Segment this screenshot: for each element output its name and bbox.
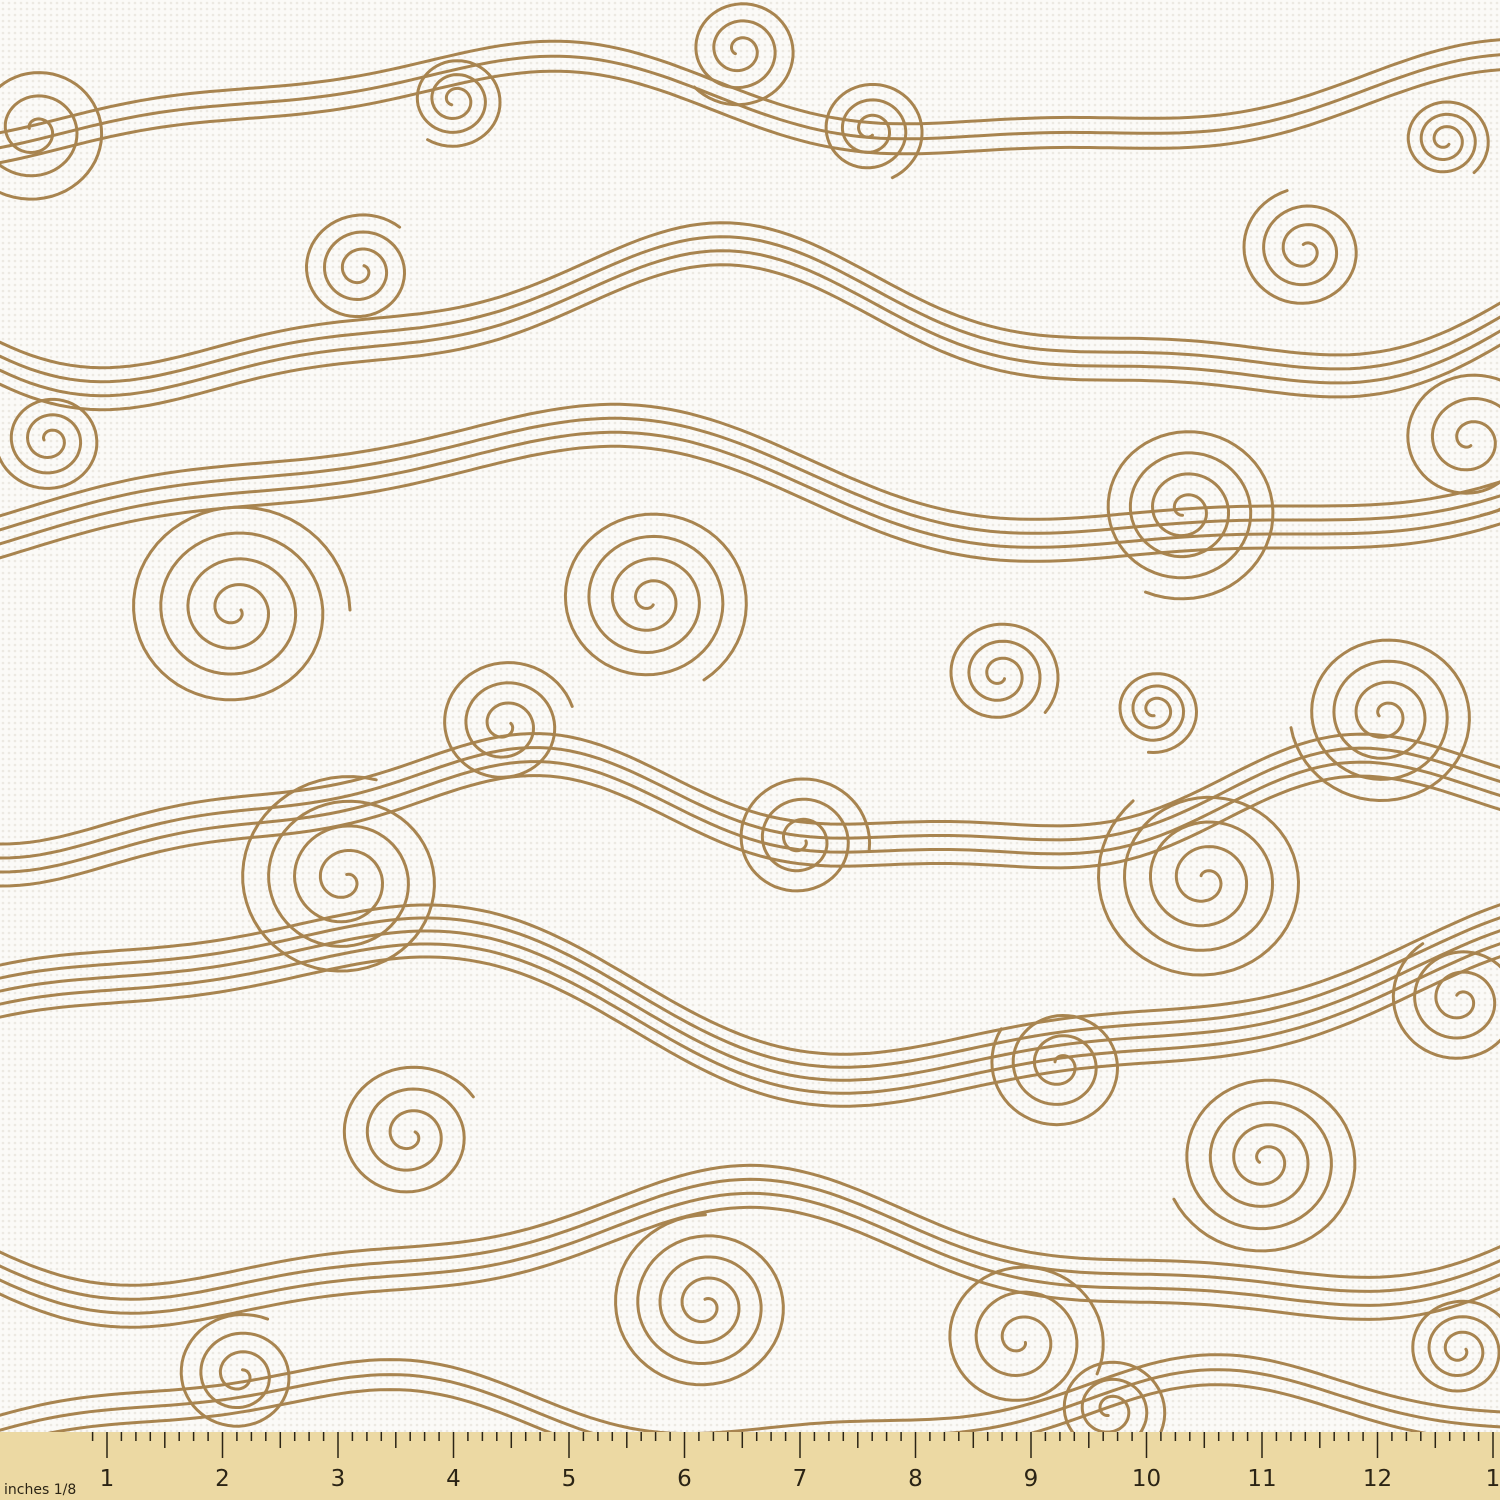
ruler-number: 1 (1486, 1466, 1500, 1492)
ruler-number: 5 (562, 1466, 577, 1492)
fabric-texture (0, 0, 1500, 1432)
ruler-number: 1 (100, 1466, 115, 1492)
ruler-number: 9 (1024, 1466, 1039, 1492)
ruler-number: 6 (677, 1466, 692, 1492)
measuring-ruler: 1 2 3 4 5 6 7 8 9 10 11 12 1 inches 1/8 (0, 1432, 1500, 1500)
ruler-unit-label: inches 1/8 (4, 1482, 76, 1498)
ruler-number: 3 (331, 1466, 346, 1492)
ruler-number: 10 (1132, 1466, 1161, 1492)
ruler-number: 8 (908, 1466, 923, 1492)
ruler-number: 12 (1363, 1466, 1392, 1492)
ruler-number: 2 (215, 1466, 230, 1492)
ruler-number: 4 (446, 1466, 461, 1492)
fabric-swatch (0, 0, 1500, 1432)
ruler-number: 7 (793, 1466, 808, 1492)
ruler-number: 11 (1247, 1466, 1276, 1492)
